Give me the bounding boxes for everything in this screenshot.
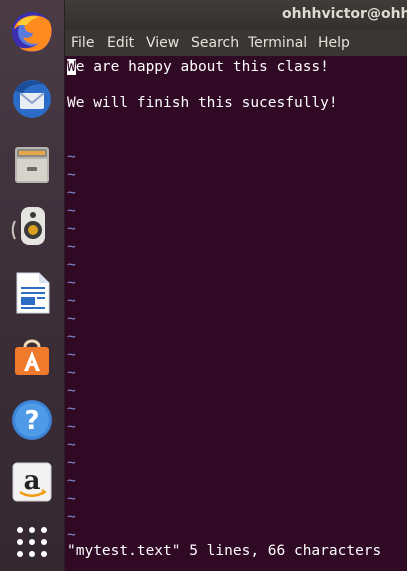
show-applications-button[interactable] (6, 516, 58, 568)
terminal-content[interactable]: We are happy about this class! We will f… (65, 56, 407, 571)
menu-file[interactable]: File (71, 35, 94, 51)
menu-help[interactable]: Help (318, 35, 350, 51)
files-icon (9, 141, 55, 187)
tilde-marker: ~ (67, 149, 76, 165)
menu-edit[interactable]: Edit (107, 35, 134, 51)
tilde-marker: ~ (67, 401, 76, 417)
window-title: ohhhvictor@ohhh (282, 6, 407, 22)
software-launcher[interactable] (6, 330, 58, 382)
files-launcher[interactable] (6, 138, 58, 190)
tilde-marker: ~ (67, 203, 76, 219)
help-launcher[interactable]: ? (6, 394, 58, 446)
terminal-menubar: File Edit View Search Terminal Help (65, 30, 407, 56)
tilde-marker: ~ (67, 221, 76, 237)
tilde-marker: ~ (67, 257, 76, 273)
menu-view[interactable]: View (146, 35, 179, 51)
amazon-launcher[interactable]: a (6, 456, 58, 508)
tilde-marker: ~ (67, 239, 76, 255)
tilde-marker: ~ (67, 419, 76, 435)
rhythmbox-icon (9, 203, 55, 249)
thunderbird-launcher[interactable] (6, 72, 58, 124)
editor-line-1: We are happy about this class! (67, 58, 329, 76)
show-applications-icon (12, 522, 52, 562)
firefox-icon (9, 9, 55, 55)
text-cursor: W (67, 59, 76, 75)
editor-line-3: We will finish this sucesfully! (67, 95, 338, 111)
editor-line-1-text: e are happy about this class! (75, 59, 329, 75)
amazon-icon: a (9, 459, 55, 505)
menu-terminal[interactable]: Terminal (248, 35, 307, 51)
tilde-marker: ~ (67, 347, 76, 363)
tilde-marker: ~ (67, 311, 76, 327)
tilde-marker: ~ (67, 167, 76, 183)
tilde-marker: ~ (67, 491, 76, 507)
tilde-marker: ~ (67, 185, 76, 201)
tilde-marker: ~ (67, 329, 76, 345)
tilde-marker: ~ (67, 383, 76, 399)
vim-status-line: "mytest.text" 5 lines, 66 characters (67, 543, 382, 559)
tilde-marker: ~ (67, 437, 76, 453)
help-icon: ? (9, 397, 55, 443)
launcher-dock: ? a (0, 0, 65, 571)
tilde-marker: ~ (67, 509, 76, 525)
firefox-launcher[interactable] (6, 6, 58, 58)
tilde-marker: ~ (67, 293, 76, 309)
thunderbird-icon (9, 75, 55, 121)
terminal-titlebar[interactable]: ohhhvictor@ohhh (65, 0, 407, 30)
menu-search[interactable]: Search (191, 35, 239, 51)
tilde-marker: ~ (67, 275, 76, 291)
tilde-marker: ~ (67, 365, 76, 381)
svg-text:a: a (24, 466, 41, 496)
software-center-icon (9, 333, 55, 379)
svg-text:?: ? (24, 406, 39, 436)
tilde-marker: ~ (67, 473, 76, 489)
tilde-marker: ~ (67, 455, 76, 471)
writer-launcher[interactable] (6, 266, 58, 318)
rhythmbox-launcher[interactable] (6, 200, 58, 252)
libreoffice-writer-icon (9, 269, 55, 315)
